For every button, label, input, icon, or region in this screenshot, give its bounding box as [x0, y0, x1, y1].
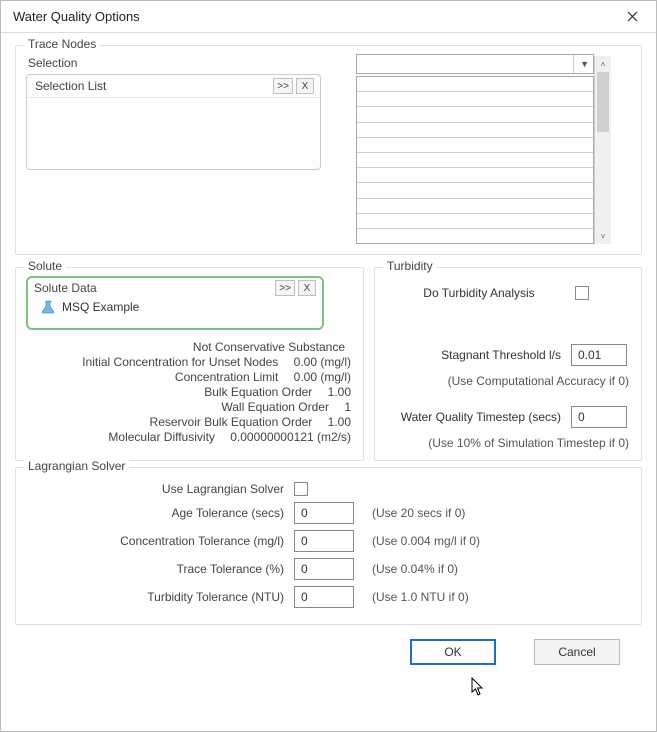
age-tol-input[interactable]: [294, 502, 354, 524]
table-row[interactable]: [357, 199, 593, 214]
solute-legend: Solute: [24, 259, 66, 273]
prop-init-conc-v: 0.00 (mg/l): [294, 355, 351, 369]
trace-tol-input[interactable]: [294, 558, 354, 580]
solute-expand-button[interactable]: >>: [275, 280, 295, 296]
stagnant-hint: (Use Computational Accuracy if 0): [385, 374, 631, 388]
trace-combo[interactable]: ▼: [356, 54, 594, 74]
prop-mol-diff-k: Molecular Diffusivity: [108, 430, 214, 444]
turb-tol-hint: (Use 1.0 NTU if 0): [372, 590, 469, 604]
solute-clear-button[interactable]: X: [298, 280, 316, 296]
stagnant-input[interactable]: [571, 344, 627, 366]
trace-tol-label: Trace Tolerance (%): [26, 562, 294, 576]
table-row[interactable]: [357, 138, 593, 153]
conc-tol-label: Concentration Tolerance (mg/l): [26, 534, 294, 548]
table-row[interactable]: [357, 107, 593, 122]
scroll-up-button[interactable]: ˄: [595, 56, 611, 72]
solute-data-label: Solute Data: [34, 281, 97, 295]
conc-tol-hint: (Use 0.004 mg/l if 0): [372, 534, 480, 548]
prop-bulk-order-k: Bulk Equation Order: [204, 385, 312, 399]
prop-conservative: Not Conservative Substance: [193, 340, 345, 354]
lagrangian-legend: Lagrangian Solver: [24, 459, 129, 473]
trace-grid[interactable]: [356, 76, 594, 244]
turbidity-legend: Turbidity: [383, 259, 437, 273]
selection-expand-button[interactable]: >>: [273, 78, 293, 94]
solute-group: Solute Solute Data >> X MSQ Example: [15, 267, 364, 461]
turb-tol-input[interactable]: [294, 586, 354, 608]
prop-conc-limit-v: 0.00 (mg/l): [294, 370, 351, 384]
close-button[interactable]: [618, 6, 646, 28]
prop-conc-limit-k: Concentration Limit: [175, 370, 278, 384]
prop-res-bulk-k: Reservoir Bulk Equation Order: [150, 415, 313, 429]
window-title: Water Quality Options: [13, 9, 140, 24]
prop-wall-order-k: Wall Equation Order: [221, 400, 329, 414]
trace-tol-hint: (Use 0.04% if 0): [372, 562, 458, 576]
age-tol-label: Age Tolerance (secs): [26, 506, 294, 520]
table-row[interactable]: [357, 92, 593, 107]
prop-wall-order-v: 1: [344, 400, 351, 414]
solute-data-box[interactable]: Solute Data >> X MSQ Example: [26, 276, 324, 330]
trace-nodes-group: Trace Nodes Selection Selection List >> …: [15, 45, 642, 255]
trace-nodes-legend: Trace Nodes: [24, 37, 100, 51]
trace-grid-scrollbar[interactable]: ˄ ˅: [594, 56, 611, 244]
selection-list-label: Selection List: [35, 79, 106, 93]
do-turbidity-label: Do Turbidity Analysis: [423, 286, 534, 300]
selection-clear-button[interactable]: X: [296, 78, 314, 94]
timestep-hint: (Use 10% of Simulation Timestep if 0): [385, 436, 631, 450]
age-tol-hint: (Use 20 secs if 0): [372, 506, 465, 520]
solute-item[interactable]: MSQ Example: [62, 300, 139, 314]
scroll-down-button[interactable]: ˅: [595, 228, 611, 244]
use-lagrangian-label: Use Lagrangian Solver: [26, 482, 294, 496]
prop-res-bulk-v: 1.00: [328, 415, 351, 429]
table-row[interactable]: [357, 183, 593, 198]
lagrangian-group: Lagrangian Solver Use Lagrangian Solver …: [15, 467, 642, 625]
prop-bulk-order-v: 1.00: [328, 385, 351, 399]
prop-init-conc-k: Initial Concentration for Unset Nodes: [82, 355, 278, 369]
prop-mol-diff-v: 0.00000000121 (m2/s): [230, 430, 351, 444]
timestep-label: Water Quality Timestep (secs): [401, 410, 561, 424]
selection-item-icon: [35, 104, 47, 116]
cursor-icon: [471, 677, 485, 697]
timestep-input[interactable]: [571, 406, 627, 428]
stagnant-label: Stagnant Threshold l/s: [441, 348, 561, 362]
close-icon: [627, 11, 638, 22]
conc-tol-input[interactable]: [294, 530, 354, 552]
chevron-down-icon: ▼: [573, 55, 589, 73]
cancel-button[interactable]: Cancel: [534, 639, 620, 665]
table-row[interactable]: [357, 229, 593, 243]
ok-button[interactable]: OK: [410, 639, 496, 665]
use-lagrangian-checkbox[interactable]: [294, 482, 308, 496]
scroll-thumb[interactable]: [597, 72, 609, 132]
table-row[interactable]: [357, 214, 593, 229]
table-row[interactable]: [357, 77, 593, 92]
selection-list-item[interactable]: [33, 102, 314, 118]
selection-list[interactable]: Selection List >> X: [26, 74, 321, 170]
do-turbidity-checkbox[interactable]: [575, 286, 589, 300]
turb-tol-label: Turbidity Tolerance (NTU): [26, 590, 294, 604]
selection-label: Selection: [28, 56, 346, 70]
table-row[interactable]: [357, 123, 593, 138]
table-row[interactable]: [357, 153, 593, 168]
turbidity-group: Turbidity Do Turbidity Analysis Stagnant…: [374, 267, 642, 461]
table-row[interactable]: [357, 168, 593, 183]
flask-icon: [42, 300, 56, 314]
